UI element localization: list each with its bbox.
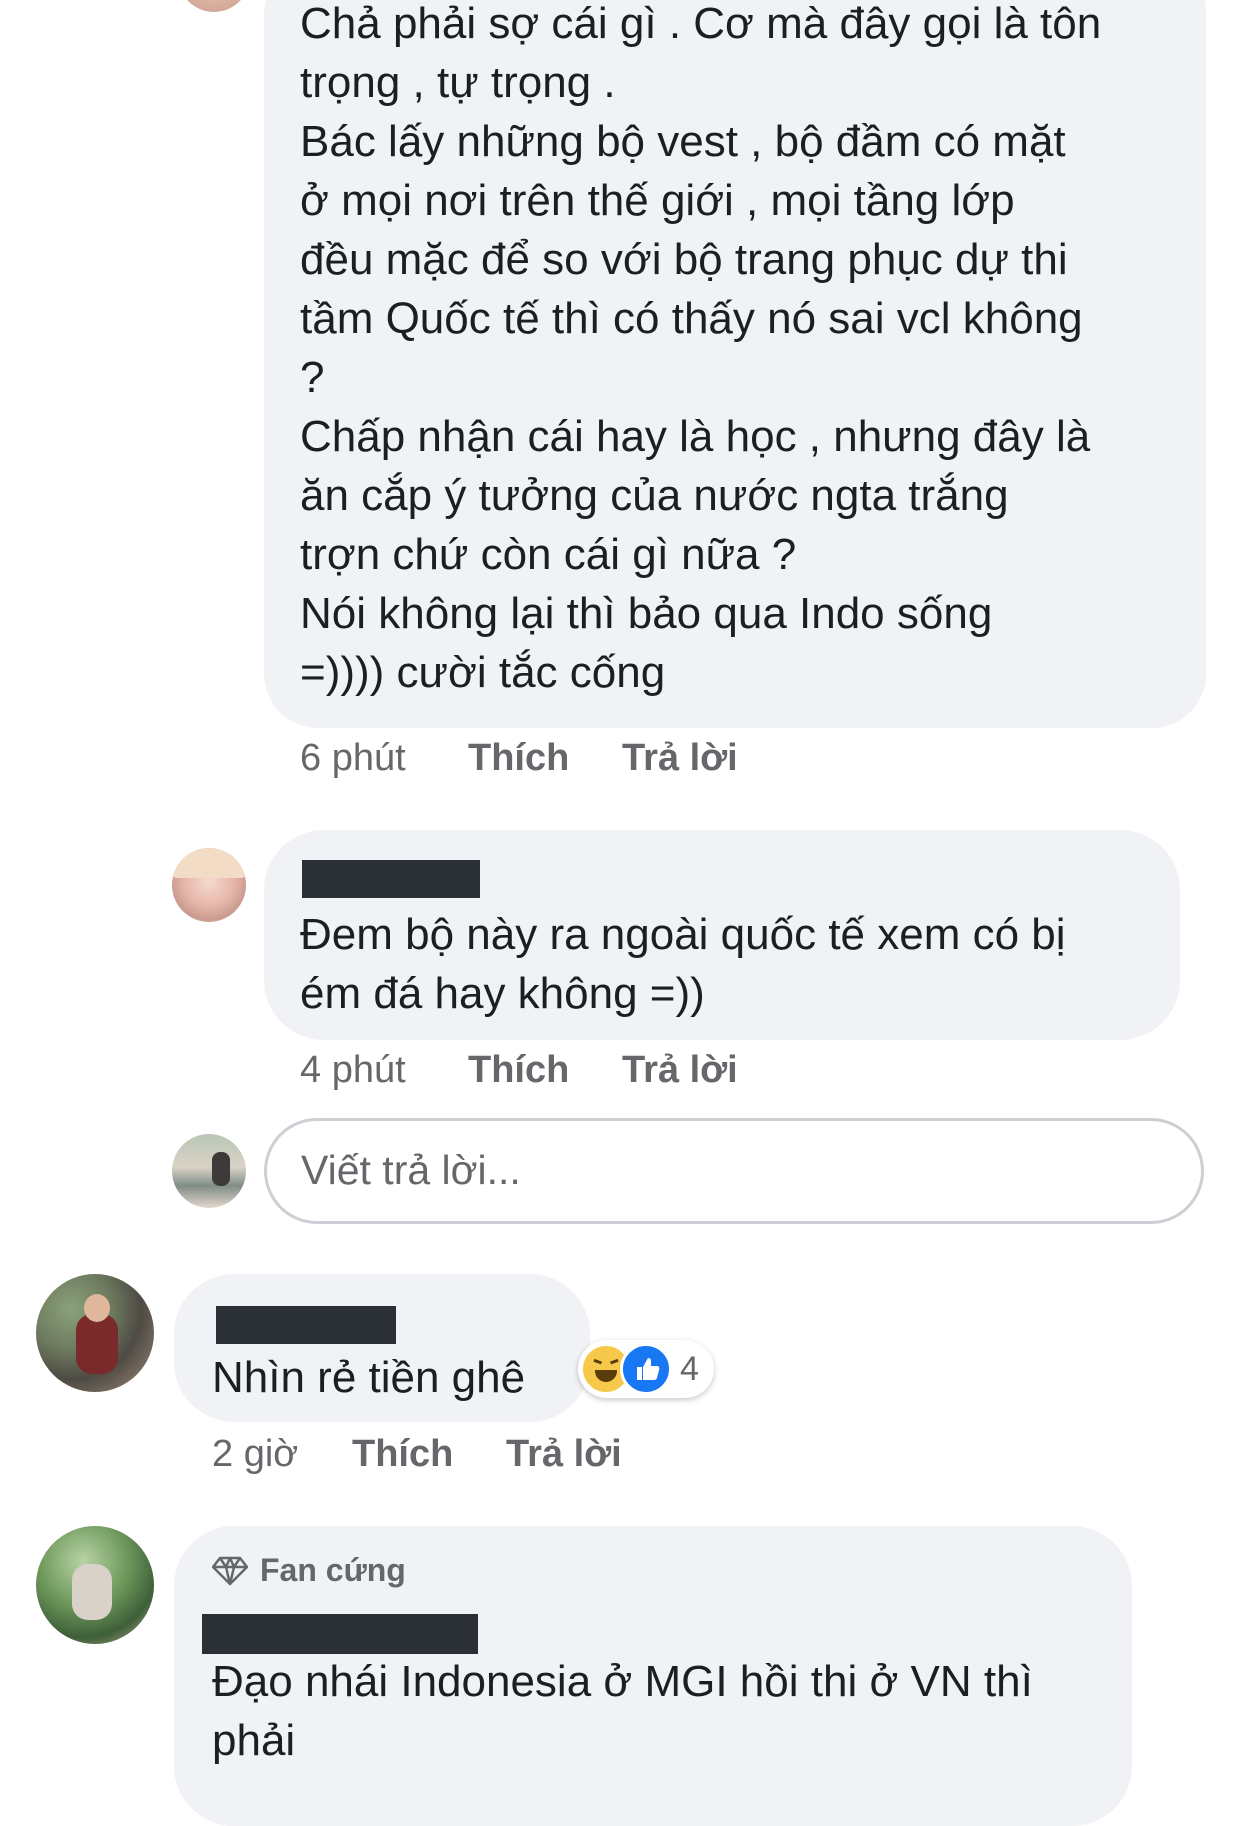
comment-actions: 2 giờ Thích Trả lời [212, 1432, 622, 1476]
avatar[interactable] [178, 0, 250, 12]
reply-button[interactable]: Trả lời [622, 1048, 738, 1092]
avatar[interactable] [36, 1274, 154, 1392]
comment-text: Nhìn rẻ tiền ghê [212, 1353, 526, 1402]
avatar-figure [72, 1564, 112, 1620]
avatar-hair [172, 848, 246, 878]
redacted-name [302, 860, 480, 898]
redacted-name [216, 1306, 396, 1344]
badge-label: Fan cứng [260, 1552, 406, 1588]
current-user-avatar [172, 1134, 246, 1208]
avatar[interactable] [36, 1526, 154, 1644]
avatar[interactable] [172, 848, 246, 922]
like-button[interactable]: Thích [468, 736, 622, 780]
reply-input-placeholder: Viết trả lời... [301, 1147, 521, 1193]
like-button[interactable]: Thích [468, 1048, 622, 1092]
avatar-figure [76, 1314, 118, 1374]
comment-time[interactable]: 4 phút [300, 1048, 468, 1092]
avatar-figure [212, 1152, 230, 1186]
avatar-face [84, 1294, 110, 1322]
comment-text: Đạo nhái Indonesia ở MGI hồi thi ở VN th… [212, 1657, 1033, 1765]
reply-input[interactable]: Viết trả lời... [264, 1118, 1204, 1224]
reaction-summary[interactable]: 4 [578, 1340, 714, 1398]
comment-actions: 6 phút Thích Trả lời [300, 736, 738, 780]
reaction-count: 4 [680, 1349, 699, 1388]
like-reaction-icon [620, 1343, 672, 1395]
redacted-name [202, 1614, 478, 1654]
comment-text: Chả phải sợ cái gì . Cơ mà đây gọi là tô… [300, 0, 1102, 697]
comment-actions: 4 phút Thích Trả lời [300, 1048, 738, 1092]
comment-text: Đem bộ này ra ngoài quốc tế xem có bị ém… [300, 910, 1066, 1018]
comment-time[interactable]: 6 phút [300, 736, 468, 780]
reply-button[interactable]: Trả lời [622, 736, 738, 780]
top-fan-badge: Fan cứng [212, 1552, 406, 1589]
like-button[interactable]: Thích [352, 1432, 506, 1476]
comment-time[interactable]: 2 giờ [212, 1432, 352, 1476]
diamond-icon [212, 1556, 248, 1585]
reply-button[interactable]: Trả lời [506, 1432, 622, 1476]
